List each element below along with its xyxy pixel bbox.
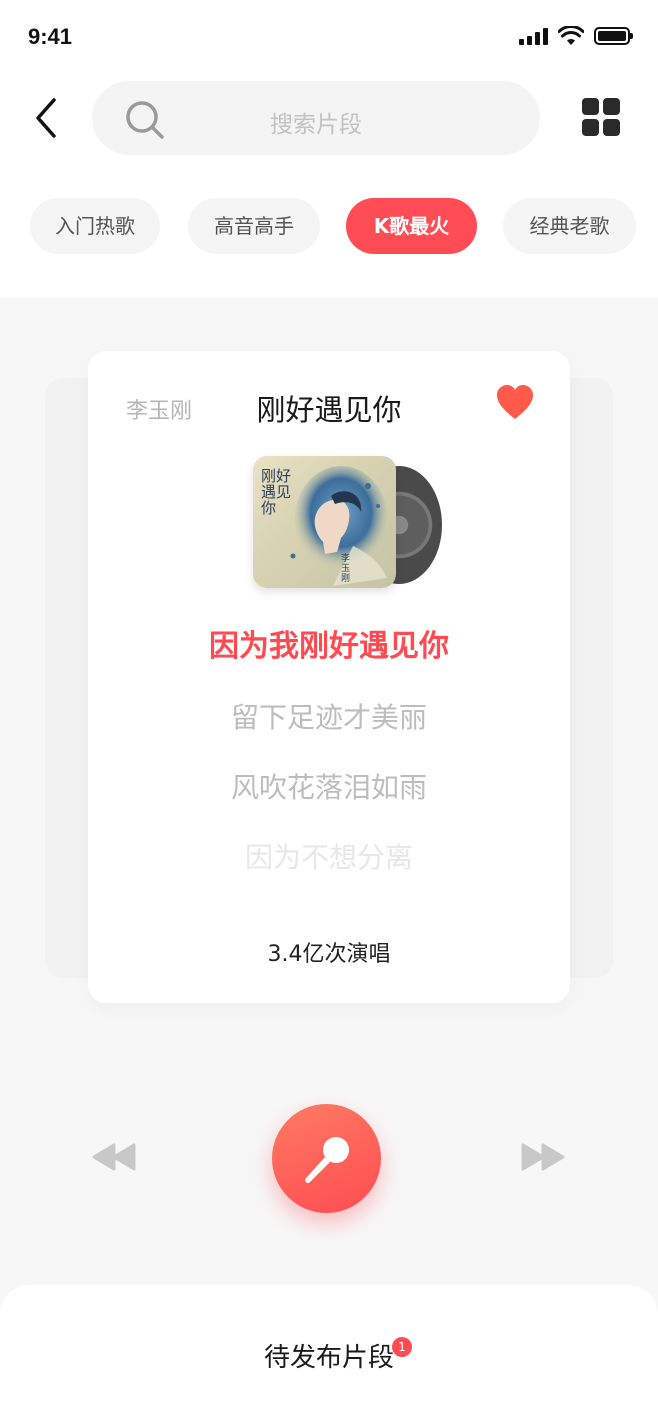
status-icons (519, 26, 633, 46)
fast-forward-icon[interactable] (519, 1142, 567, 1172)
play-count: 3.4亿次演唱 (267, 942, 391, 967)
grid-icon (582, 98, 599, 115)
microphone-icon (305, 1137, 349, 1184)
lyric-next-line: 因为不想分离 (244, 841, 413, 874)
tab-beginner-hits[interactable]: 入门热歌 (30, 198, 160, 254)
pending-clips-label: 待发布片段 (263, 1343, 394, 1373)
search-input[interactable]: 搜索片段 (92, 81, 540, 155)
pending-clips-sheet[interactable]: 待发布片段 1 (0, 1285, 658, 1425)
grid-menu-button[interactable] (582, 98, 622, 138)
category-tabs: 入门热歌 高音高手 K歌最火 经典老歌 (30, 198, 658, 254)
tab-karaoke-hottest[interactable]: K歌最火 (346, 198, 477, 254)
battery-icon (594, 27, 633, 45)
status-time: 9:41 (28, 24, 73, 49)
top-bar: 搜索片段 (0, 78, 658, 158)
signal-icon (519, 27, 548, 45)
status-bar: 9:41 (0, 0, 658, 70)
song-card[interactable]: 李玉刚 刚好遇见你 刚好遇见你 李玉刚 因为我刚好遇见你 留下足迹才美丽 风吹花… (88, 351, 570, 1003)
album-cover-title: 刚好遇见你 (261, 467, 292, 517)
album-cover-artist: 李玉刚 (341, 554, 351, 584)
lyric-next-line: 风吹花落泪如雨 (230, 771, 427, 804)
lyric-next-line: 留下足迹才美丽 (230, 701, 427, 734)
tab-classic-oldies[interactable]: 经典老歌 (503, 198, 636, 254)
notification-badge: 1 (392, 1337, 412, 1357)
heart-icon[interactable] (496, 385, 534, 421)
record-button[interactable] (272, 1104, 381, 1213)
player-controls (0, 1100, 658, 1220)
lyric-current-line: 因为我刚好遇见你 (209, 629, 449, 664)
back-button[interactable] (26, 96, 66, 140)
tab-high-notes[interactable]: 高音高手 (188, 198, 320, 254)
rewind-icon[interactable] (90, 1142, 138, 1172)
search-placeholder: 搜索片段 (270, 112, 362, 138)
album-cover: 刚好遇见你 李玉刚 (253, 456, 396, 588)
wifi-icon (558, 26, 584, 45)
